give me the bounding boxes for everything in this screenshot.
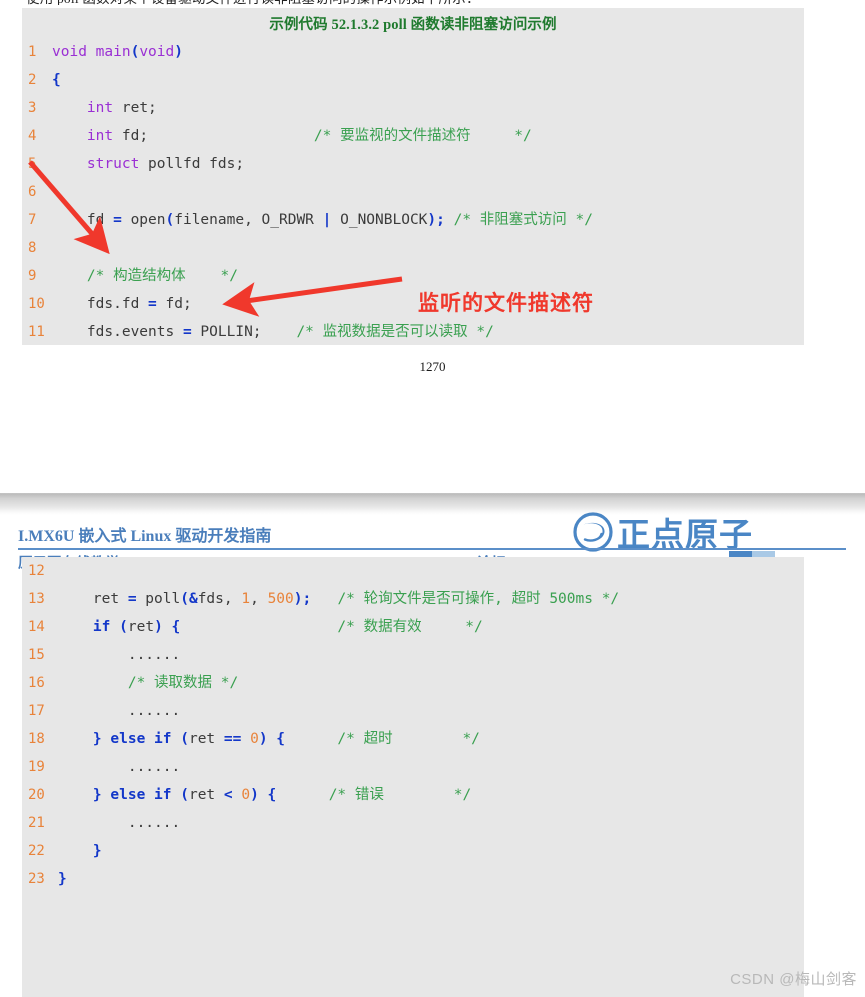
code-line-text: ret = poll(&fds, 1, 500); /* 轮询文件是否可操作, … xyxy=(58,591,620,607)
code-line: 21 ...... xyxy=(22,809,804,837)
code-line: 10 fds.fd = fd; xyxy=(22,290,804,318)
code-line-text: ...... xyxy=(58,703,181,719)
line-number: 23 xyxy=(28,871,45,887)
code-line: 7 fd = open(filename, O_RDWR | O_NONBLOC… xyxy=(22,206,804,234)
code-line: 15 ...... xyxy=(22,641,804,669)
page-number: 1270 xyxy=(419,359,446,374)
code-block-top: 示例代码 52.1.3.2 poll 函数读非阻塞访问示例 1 void main… xyxy=(22,8,804,345)
code-line: 8 xyxy=(22,234,804,262)
code-line: 19 ...... xyxy=(22,753,804,781)
line-number: 17 xyxy=(28,703,45,719)
code-line: 2{ xyxy=(22,66,804,94)
code-line: 22 } xyxy=(22,837,804,865)
line-number: 22 xyxy=(28,843,45,859)
line-number: 9 xyxy=(28,268,37,284)
code-line-text: } xyxy=(92,843,102,859)
line-number: 21 xyxy=(28,815,45,831)
code-line: 5 struct pollfd fds; xyxy=(22,150,804,178)
code-line: 14 if (ret) { /* 数据有效 */ xyxy=(22,613,804,641)
annotation-arrow-2 xyxy=(222,276,403,317)
brand-name: 正点原子 xyxy=(617,516,753,553)
annotation-arrow-1 xyxy=(28,160,110,255)
code-line-text: } else if (ret < 0) { /* 错误 */ xyxy=(92,787,472,803)
code-line-text: void main(void) xyxy=(52,44,183,60)
code-line: 16 /* 读取数据 */ xyxy=(22,669,804,697)
document-page-top: 使用 poll 函数对某个设备驱动文件进行读非阻塞访问的操作示例如下所示： 示例… xyxy=(0,0,865,485)
code-line: 17 ...... xyxy=(22,697,804,725)
line-number: 4 xyxy=(28,128,37,144)
line-number: 19 xyxy=(28,759,45,775)
code-line-text: int ret; xyxy=(86,100,157,116)
line-number: 2 xyxy=(28,72,37,88)
code-line: 23} xyxy=(22,865,804,893)
code-block-bottom: 12 13 ret = poll(&fds, 1, 500); /* 轮询文件是否… xyxy=(22,557,804,997)
code-line-text: /* 构造结构体 */ xyxy=(86,268,238,284)
code-line-text: } else if (ret == 0) { /* 超时 */ xyxy=(92,731,480,747)
line-number: 12 xyxy=(28,563,45,579)
line-number: 18 xyxy=(28,731,45,747)
code-line-text: fds.fd = fd; xyxy=(52,296,192,312)
line-number: 14 xyxy=(28,619,45,635)
line-number: 13 xyxy=(28,591,45,607)
document-page-bottom: I.MX6U 嵌入式 Linux 驱动开发指南 正点原子 原子哥在线教学:www… xyxy=(0,512,865,997)
code-line: 12 xyxy=(22,557,804,585)
code-line: 9 /* 构造结构体 */ xyxy=(22,262,804,290)
code-line: 18 } else if (ret == 0) { /* 超时 */ xyxy=(22,725,804,753)
watermark: CSDN @梅山剑客 xyxy=(730,971,857,988)
code-line: 20 } else if (ret < 0) { /* 错误 */ xyxy=(22,781,804,809)
code-line-text: if (ret) { /* 数据有效 */ xyxy=(92,619,483,635)
line-number: 10 xyxy=(28,296,45,312)
page-separator-band xyxy=(0,485,865,515)
code-line-text: } xyxy=(58,871,67,887)
code-line: 6 xyxy=(22,178,804,206)
code-lines-bottom: 12 13 ret = poll(&fds, 1, 500); /* 轮询文件是否… xyxy=(22,557,804,893)
code-lines-top: 1 void main(void) 2{3 int ret; 4 int fd; /*… xyxy=(22,38,804,346)
line-number: 20 xyxy=(28,787,45,803)
line-number: 15 xyxy=(28,647,45,663)
code-line-text: ...... xyxy=(58,759,181,775)
code-line-text: { xyxy=(52,72,61,88)
line-number: 11 xyxy=(28,324,45,340)
code-line-text: ...... xyxy=(58,815,181,831)
line-number: 3 xyxy=(28,100,37,116)
alientek-swoosh-icon xyxy=(573,512,613,557)
code-line-text: fd = open(filename, O_RDWR | O_NONBLOCK)… xyxy=(86,212,593,228)
code-line-text: /* 读取数据 */ xyxy=(127,675,239,691)
code-line-text: ...... xyxy=(58,647,181,663)
code-line: 3 int ret; xyxy=(22,94,804,122)
code-line: 4 int fd; /* 要监视的文件描述符 */ xyxy=(22,122,804,150)
header-divider xyxy=(18,548,846,550)
code-line: 13 ret = poll(&fds, 1, 500); /* 轮询文件是否可操… xyxy=(22,585,804,613)
code-line: 11 fds.events = POLLIN; /* 监视数据是否可以读取 */ xyxy=(22,318,804,346)
annotation-label-listening-fd: 监听的文件描述符 xyxy=(418,292,594,315)
line-number: 1 xyxy=(28,44,37,60)
brand-logo: 正点原子 xyxy=(573,512,753,557)
code-line: 1 void main(void) xyxy=(22,38,804,66)
code-line-text: fds.events = POLLIN; /* 监视数据是否可以读取 */ xyxy=(52,324,494,340)
line-number: 16 xyxy=(28,675,45,691)
header-title: I.MX6U 嵌入式 Linux 驱动开发指南 xyxy=(18,528,272,545)
code-block-title: 示例代码 52.1.3.2 poll 函数读非阻塞访问示例 xyxy=(269,17,557,33)
cutoff-body-line: 使用 poll 函数对某个设备驱动文件进行读非阻塞访问的操作示例如下所示： xyxy=(26,0,726,5)
code-line-text: int fd; /* 要监视的文件描述符 */ xyxy=(86,128,532,144)
